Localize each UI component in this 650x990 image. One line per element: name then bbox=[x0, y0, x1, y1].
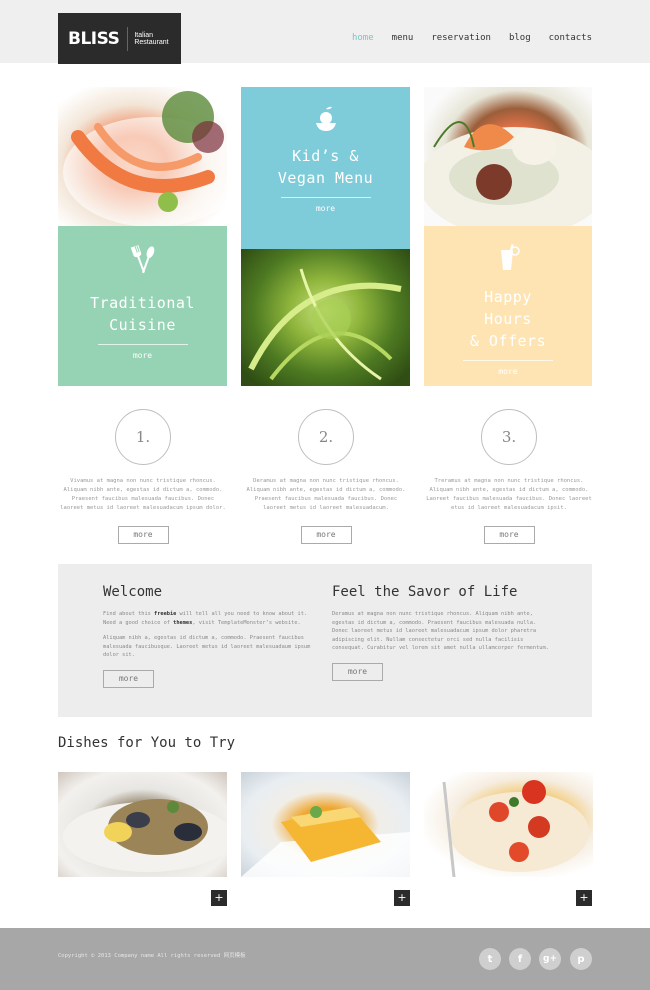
traditional-cuisine-tile[interactable]: Traditional Cuisine more bbox=[58, 226, 227, 386]
traditional-tile-title-1: Traditional bbox=[90, 294, 195, 312]
traditional-tile-title-2: Cuisine bbox=[109, 316, 176, 334]
happy-tile-title-2: Hours bbox=[484, 310, 532, 328]
step-2: 2. Deramus at magna non nunc tristique r… bbox=[241, 409, 411, 544]
traditional-tile-divider bbox=[97, 344, 188, 345]
happy-tile-more-link[interactable]: more bbox=[424, 367, 592, 376]
facebook-icon[interactable]: f bbox=[509, 948, 531, 970]
happy-tile-title-1: Happy bbox=[484, 288, 532, 306]
nav-reservation[interactable]: reservation bbox=[431, 33, 491, 43]
apple-bowl-icon bbox=[241, 105, 410, 135]
step-3: 3. Treramus at magna non nunc tristique … bbox=[424, 409, 594, 544]
logo-name: BLISS bbox=[58, 26, 129, 51]
step-3-number: 3. bbox=[481, 409, 537, 465]
kids-vegan-menu-tile[interactable]: Kid’s & Vegan Menu more bbox=[241, 87, 410, 249]
greens-closeup-art bbox=[248, 268, 402, 381]
twitter-icon[interactable]: t bbox=[479, 948, 501, 970]
logo[interactable]: BLISS Italian Restaurant bbox=[58, 13, 181, 64]
dish-3-plus-button[interactable]: + bbox=[576, 890, 592, 906]
dish-1-plus-button[interactable]: + bbox=[211, 890, 227, 906]
savor-title: Feel the Savor of Life bbox=[332, 584, 518, 600]
site-footer: Copyright © 2013 Company name All rights… bbox=[0, 928, 650, 990]
step-1-text: Vivamus at magna non nunc tristique rhon… bbox=[60, 478, 226, 511]
shrimp-dish-art bbox=[424, 121, 592, 226]
savor-more-button[interactable]: more bbox=[332, 662, 383, 681]
drink-glass-icon bbox=[424, 242, 592, 274]
step-1-more-button[interactable]: more bbox=[117, 526, 169, 544]
fork-spoon-icon bbox=[58, 242, 227, 274]
savor-section: Feel the Savor of Life Deramus at magna … bbox=[332, 584, 552, 681]
kids-tile-title-2: Vegan Menu bbox=[277, 169, 374, 187]
google-plus-icon[interactable]: g+ bbox=[539, 948, 561, 970]
pasta-dish-art bbox=[442, 780, 589, 877]
dish-photo-mussels[interactable] bbox=[58, 772, 227, 877]
kids-tile-more-link[interactable]: more bbox=[241, 204, 410, 213]
welcome-paragraph-1: Find about this freebie will tell all yo… bbox=[103, 611, 308, 626]
main-nav: home menu reservation blog contacts bbox=[334, 33, 592, 43]
mussels-dish-art bbox=[63, 799, 227, 872]
welcome-title: Welcome bbox=[103, 584, 163, 600]
cheesecake-dish-art bbox=[241, 806, 410, 877]
nav-menu[interactable]: menu bbox=[392, 33, 414, 43]
nav-contacts[interactable]: contacts bbox=[549, 33, 592, 43]
step-1-number: 1. bbox=[115, 409, 171, 465]
copyright-text: Copyright © 2013 Company name All rights… bbox=[58, 953, 246, 959]
happy-hours-tile[interactable]: Happy Hours & Offers more bbox=[424, 226, 592, 386]
salmon-dish-photo bbox=[58, 87, 227, 226]
step-2-more-button[interactable]: more bbox=[300, 526, 352, 544]
nav-blog[interactable]: blog bbox=[509, 33, 531, 43]
nav-home[interactable]: home bbox=[352, 33, 374, 43]
dish-photo-pasta[interactable] bbox=[424, 772, 593, 877]
pinterest-icon[interactable]: p bbox=[570, 948, 592, 970]
step-2-number: 2. bbox=[298, 409, 354, 465]
dishes-title: Dishes for You to Try bbox=[58, 735, 236, 751]
site-header: BLISS Italian Restaurant home menu reser… bbox=[0, 0, 650, 64]
welcome-section: Welcome Find about this freebie will tel… bbox=[103, 584, 318, 688]
traditional-tile-more-link[interactable]: more bbox=[58, 351, 227, 360]
savor-paragraph: Deramus at magna non nunc tristique rhon… bbox=[332, 611, 549, 651]
shrimp-dish-photo bbox=[424, 87, 592, 226]
greens-closeup-photo bbox=[241, 249, 410, 386]
happy-tile-title-3: & Offers bbox=[469, 332, 547, 350]
happy-tile-divider bbox=[463, 360, 553, 361]
step-1: 1. Vivamus at magna non nunc tristique r… bbox=[58, 409, 228, 544]
kids-tile-divider bbox=[280, 197, 371, 198]
info-band: Welcome Find about this freebie will tel… bbox=[58, 564, 592, 717]
step-3-more-button[interactable]: more bbox=[483, 526, 535, 544]
logo-tagline: Italian Restaurant bbox=[134, 31, 169, 46]
welcome-paragraph-2: Aliquam nibh a, egestas id dictum a, com… bbox=[103, 635, 311, 658]
freebie-link[interactable]: freebie bbox=[154, 611, 176, 617]
themes-link[interactable]: themes bbox=[173, 620, 192, 626]
salmon-dish-art bbox=[63, 91, 227, 226]
dish-photo-cheesecake[interactable] bbox=[241, 772, 410, 877]
dish-2-plus-button[interactable]: + bbox=[394, 890, 410, 906]
step-2-text: Deramus at magna non nunc tristique rhon… bbox=[246, 478, 406, 511]
welcome-more-button[interactable]: more bbox=[103, 669, 154, 688]
step-3-text: Treramus at magna non nunc tristique rho… bbox=[426, 478, 592, 511]
kids-tile-title-1: Kid’s & bbox=[292, 147, 359, 165]
